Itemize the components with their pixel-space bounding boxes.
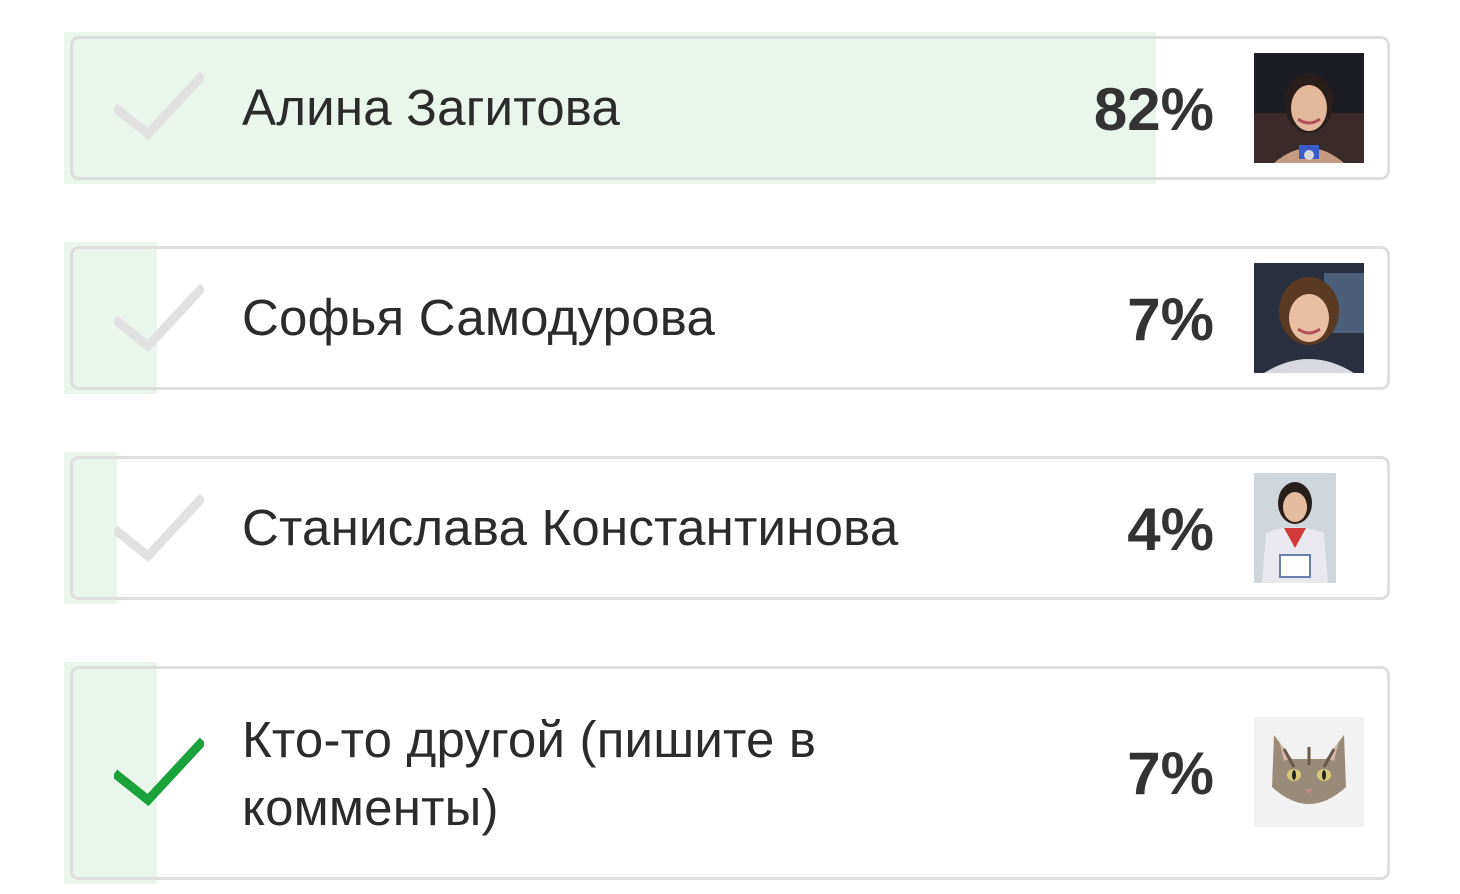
person-photo-icon xyxy=(1254,263,1364,373)
check-icon xyxy=(114,284,204,353)
option-label: Кто-то другой (пишите в комменты) xyxy=(242,711,817,836)
check-icon-selected xyxy=(114,738,204,807)
cat-photo-icon xyxy=(1254,717,1364,827)
poll-option-konstantinova[interactable]: Станислава Константинова 4% xyxy=(64,452,1396,604)
check-icon xyxy=(114,494,204,563)
option-percent: 7% xyxy=(1127,740,1214,807)
option-label: Софья Самодурова xyxy=(242,289,716,346)
poll-option-zagitova[interactable]: Алина Загитова 82% xyxy=(64,32,1396,184)
option-percent: 82% xyxy=(1093,76,1214,143)
check-icon xyxy=(114,72,204,141)
option-percent: 4% xyxy=(1127,496,1214,563)
option-percent: 7% xyxy=(1127,286,1214,353)
poll: Алина Загитова 82% Софья Самодурова 7% С… xyxy=(0,0,1460,894)
poll-option-samodurova[interactable]: Софья Самодурова 7% xyxy=(64,242,1396,394)
option-label: Станислава Константинова xyxy=(242,499,899,556)
person-photo-icon xyxy=(1254,53,1364,163)
poll-option-other[interactable]: Кто-то другой (пишите в комменты) 7% xyxy=(64,662,1396,884)
person-photo-icon xyxy=(1254,473,1336,583)
option-label: Алина Загитова xyxy=(242,79,621,136)
